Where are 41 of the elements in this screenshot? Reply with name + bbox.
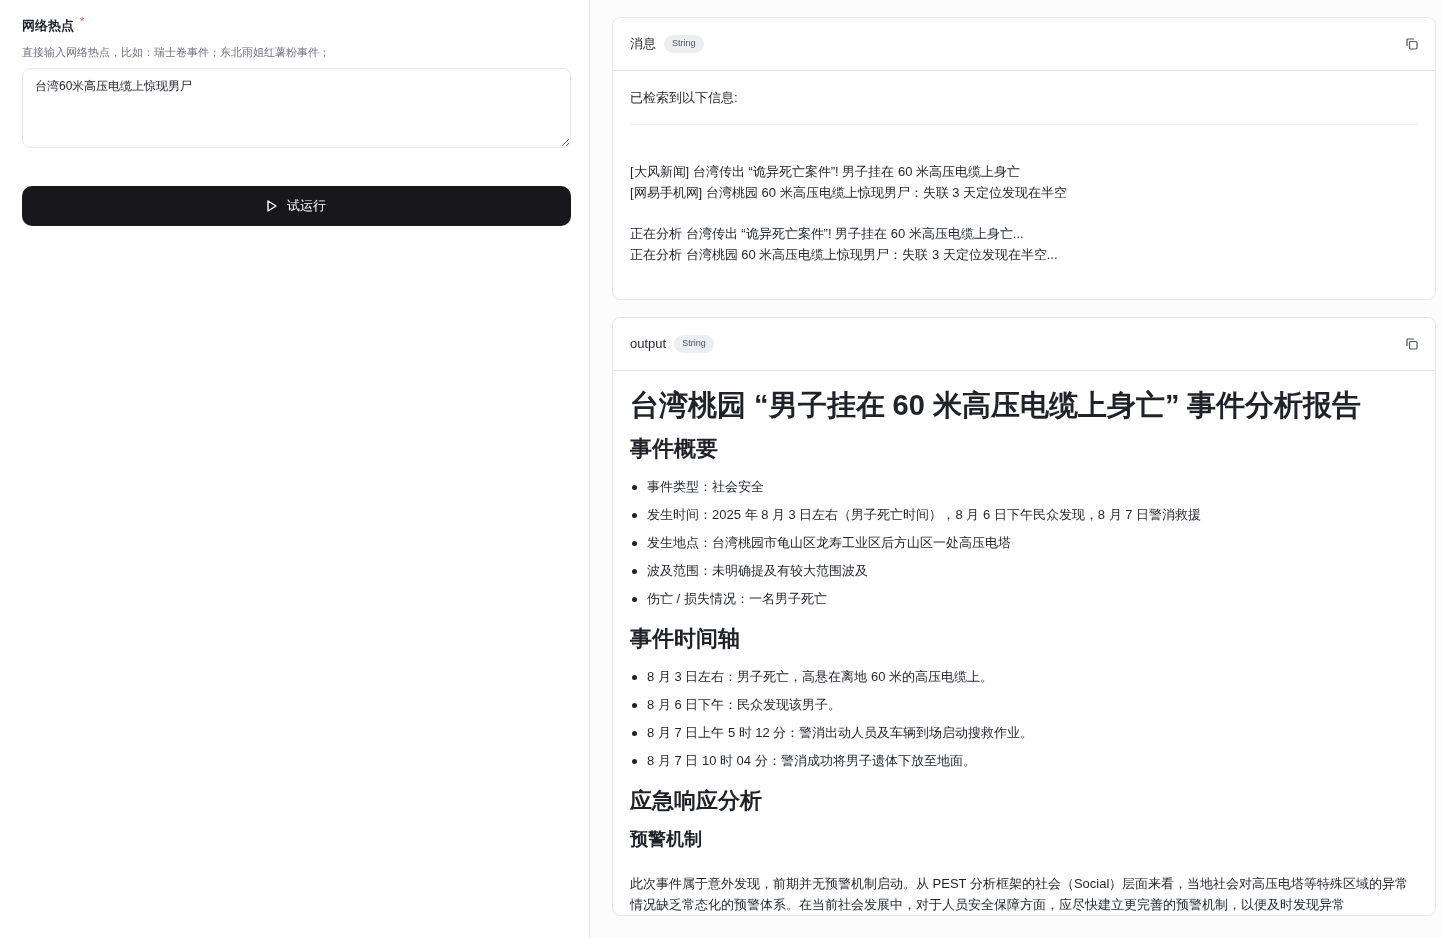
- field-label: 网络热点: [22, 17, 74, 35]
- copy-icon[interactable]: [1406, 338, 1418, 350]
- section-heading: 事件时间轴: [630, 625, 741, 653]
- report-title: 台湾桃园 “男子挂在 60 米高压电缆上身亡” 事件分析报告: [630, 388, 1363, 423]
- bullet: [632, 730, 637, 736]
- bullet: [632, 484, 637, 490]
- play-icon: [267, 200, 277, 212]
- paragraph: 已检索到以下信息:: [630, 89, 739, 107]
- required-mark: *: [80, 16, 85, 27]
- list-item: 伤亡 / 损失情况：一名男子死亡: [647, 590, 827, 609]
- message-line: [网易手机网] 台湾桃园 60 米高压电缆上惊现男尸：失联 3 天定位发现在半空: [630, 184, 1068, 202]
- bullet: [632, 512, 637, 518]
- copy-icon[interactable]: [1406, 38, 1418, 50]
- field-hint: 直接输入网络热点，比如：瑞士卷事件；东北雨姐红薯粉事件；: [22, 44, 331, 60]
- run-button[interactable]: 试运行: [22, 186, 571, 226]
- type-tag: String: [674, 335, 714, 353]
- bullet: [632, 540, 637, 546]
- message-line: 正在分析 台湾传出 “诡异死亡案件”! 男子挂在 60 米高压电缆上身亡...: [630, 225, 1025, 243]
- list-item: 8 月 7 日上午 5 时 12 分：警消出动人员及车辆到场启动搜救作业。: [647, 724, 1034, 743]
- list-item: 8 月 6 日下午：民众发现该男子。: [647, 696, 842, 715]
- message-line: [大风新闻] 台湾传出 “诡异死亡案件”! 男子挂在 60 米高压电缆上身亡: [630, 163, 1021, 181]
- section-heading: 事件概要: [630, 435, 719, 463]
- list-item: 波及范围：未明确提及有较大范围波及: [647, 562, 868, 581]
- subsection-heading: 预警机制: [630, 828, 703, 851]
- bullet: [632, 674, 637, 680]
- list-item: 8 月 3 日左右：男子死亡，高悬在离地 60 米的高压电缆上。: [647, 668, 993, 687]
- type-tag: String: [664, 35, 704, 53]
- bullet: [632, 702, 637, 708]
- list-item: 8 月 7 日 10 时 04 分：警消成功将男子遗体下放至地面。: [647, 752, 976, 771]
- paragraph: 此次事件属于意外发现，前期并无预警机制启动。从 PEST 分析框架的社会（Social）层面来看，当地社会对高压电塔等特殊区域的异常情况缺乏常态化的预警体系。在当前社会发展中，对于人员安全保障方面，应尽快建立更完善的预警机制，以便及时发现异常: [630, 875, 1410, 914]
- bullet: [632, 596, 637, 602]
- bullet: [632, 568, 637, 574]
- section-heading: 应急响应分析: [630, 787, 763, 815]
- card-title: output: [630, 335, 667, 354]
- list-item: 发生地点：台湾桃园市龟山区龙寿工业区后方山区一处高压电塔: [647, 534, 1011, 553]
- list-item: 发生时间：2025 年 8 月 3 日左右（男子死亡时间），8 月 6 日下午民众发现，8 月 7 日警消救援: [647, 506, 1202, 525]
- bullet: [632, 758, 637, 764]
- input-field[interactable]: 台湾60米高压电缆上惊现男尸: [22, 68, 571, 148]
- list-item: 事件类型：社会安全: [647, 478, 764, 497]
- card-title: 消息: [630, 35, 656, 54]
- message-line: 正在分析 台湾桃园 60 米高压电缆上惊现男尸：失联 3 天定位发现在半空...: [630, 246, 1059, 264]
